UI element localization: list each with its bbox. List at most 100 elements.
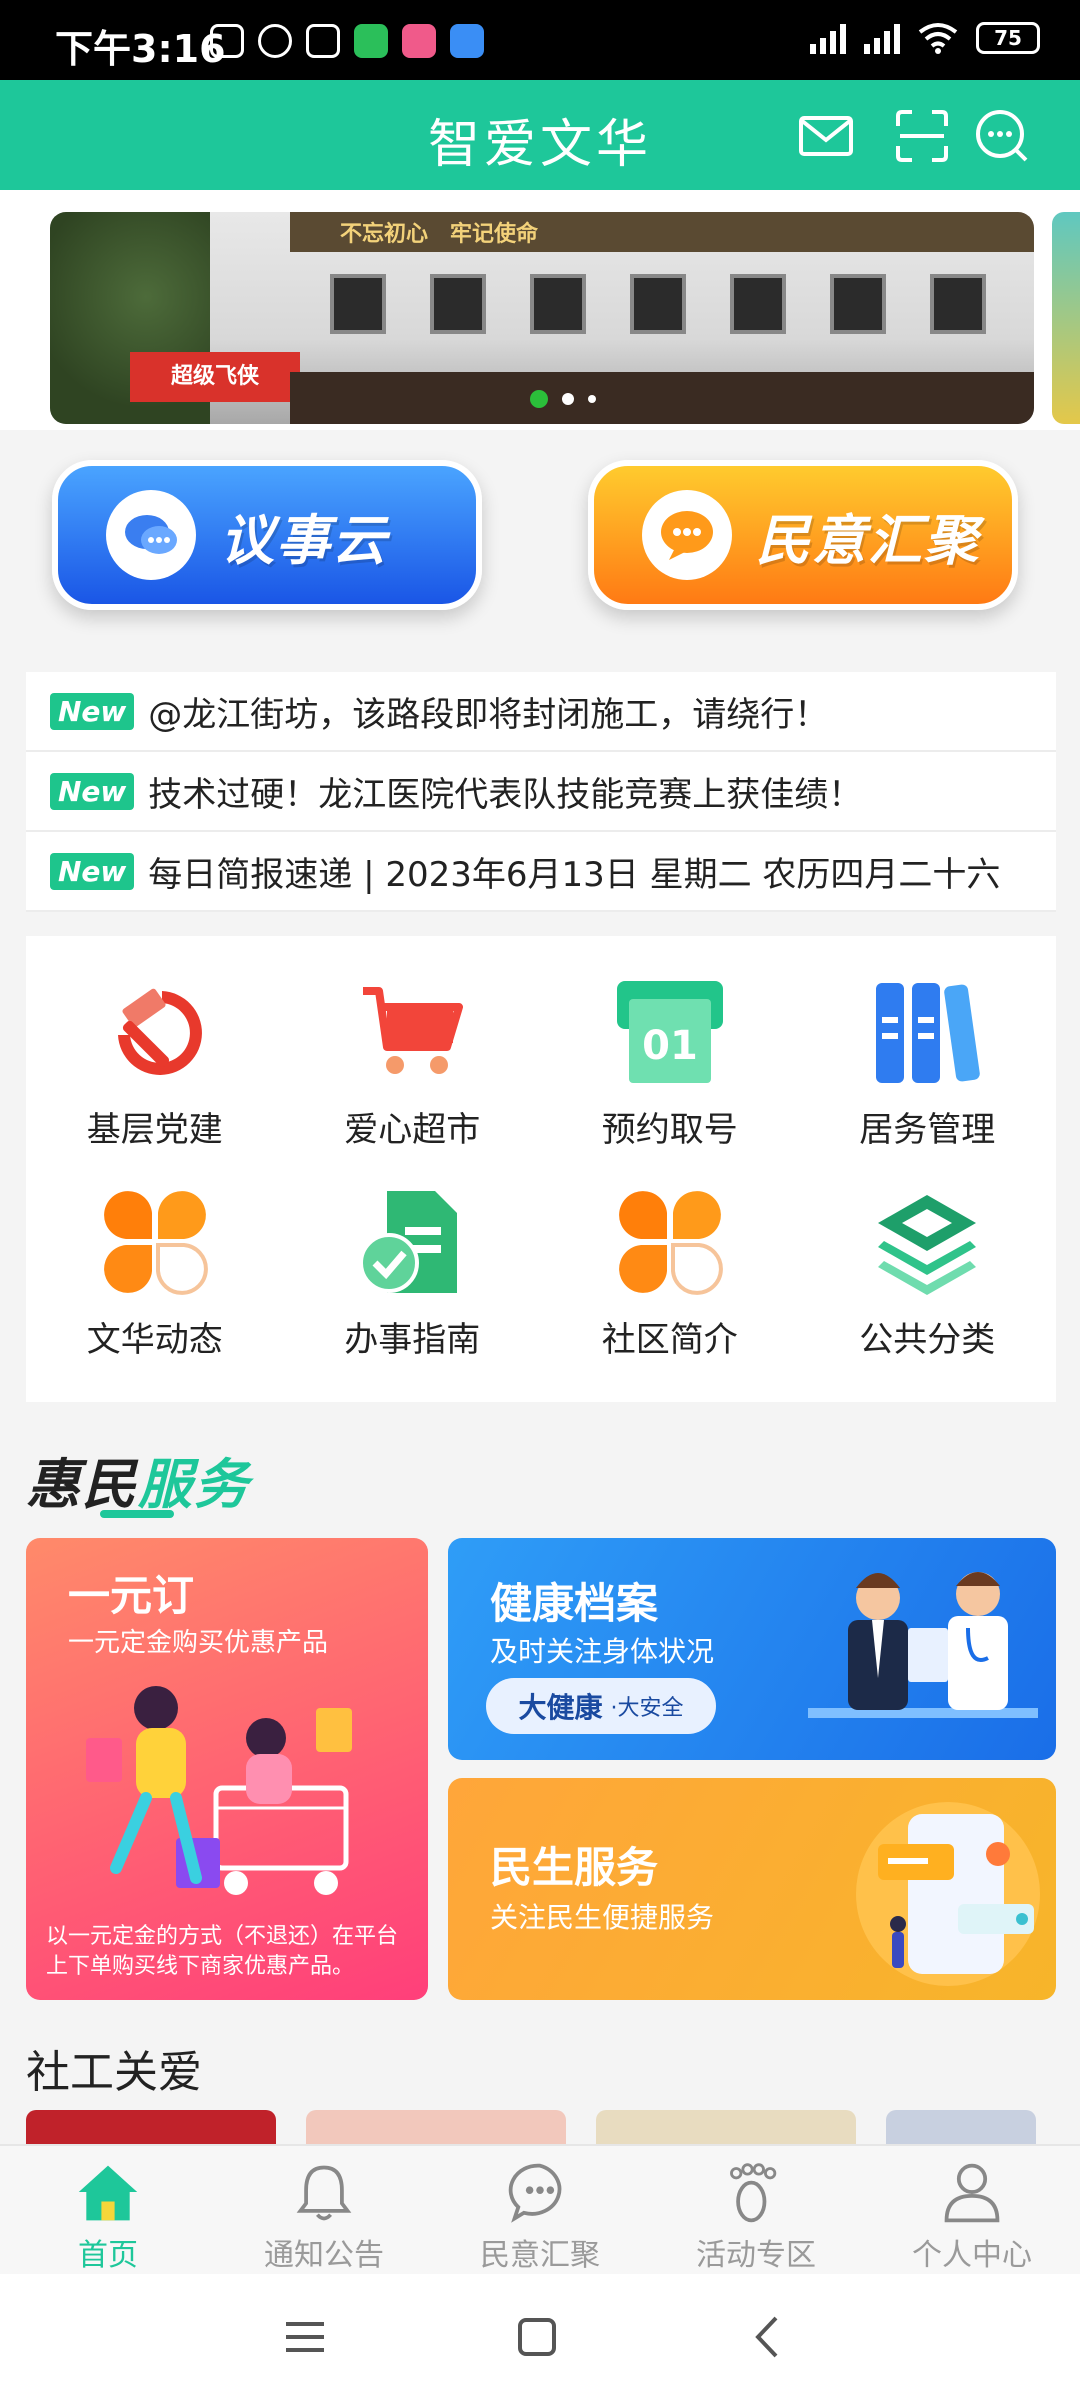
grid-item-label: 爱心超市 (344, 1110, 481, 1150)
news-text: 每日简报速递 | 2023年6月13日 星期二 农历四月二十六 (148, 854, 1001, 895)
back-icon[interactable] (744, 2312, 794, 2362)
carousel-dot[interactable] (530, 390, 548, 408)
grid-item-community[interactable]: 社区简介 (541, 1182, 799, 1392)
phone-illustration (856, 1802, 1040, 1986)
ticket-number-icon: 01 (610, 972, 730, 1092)
card-subtitle: 一元定金购买优惠产品 (68, 1628, 329, 1658)
wifi-icon (918, 23, 958, 54)
health-pill: 大健康 ·大安全 (486, 1678, 716, 1734)
app-notification-icon (402, 24, 436, 58)
svg-text:01: 01 (642, 1023, 698, 1069)
home-icon (78, 2165, 138, 2221)
grid-item-label: 办事指南 (344, 1320, 481, 1360)
news-item[interactable]: New 每日简报速递 | 2023年6月13日 星期二 农历四月二十六 (26, 832, 1056, 912)
battery-icon: 75 (976, 22, 1040, 54)
pill-sub: ·大安全 (610, 1696, 684, 1721)
building-base (290, 372, 1034, 424)
layers-icon (867, 1182, 987, 1302)
mute-icon (210, 24, 244, 58)
tab-home[interactable]: 首页 (0, 2146, 216, 2274)
tab-label: 民意汇聚 (480, 2238, 600, 2273)
card-title: 民生服务 (490, 1843, 659, 1892)
minyi-button[interactable]: 民意汇聚 (588, 460, 1018, 610)
minyi-label: 民意汇聚 (756, 508, 980, 572)
section-title-social: 社工关爱 (26, 2047, 202, 2098)
grid-item-appointment[interactable]: 01 预约取号 (541, 972, 799, 1182)
document-check-icon (352, 1182, 472, 1302)
window (530, 274, 586, 334)
bottom-tab-bar: 首页 通知公告 民意汇聚 活动专区 个人中心 (0, 2144, 1080, 2274)
yishiyun-label: 议事云 (220, 508, 388, 572)
person-icon (944, 2163, 1000, 2223)
card-health[interactable]: 健康档案 及时关注身体状况 大健康 ·大安全 (448, 1538, 1056, 1760)
section-title-services: 惠民服务 (26, 1440, 250, 1519)
home-button-icon[interactable] (512, 2312, 562, 2362)
new-badge: New (50, 692, 135, 730)
grid-item-label: 社区简介 (601, 1320, 738, 1360)
banner-next-preview[interactable] (1052, 212, 1080, 424)
tab-label: 首页 (78, 2238, 138, 2273)
app-notification-icon (354, 24, 388, 58)
clover-icon (95, 1182, 215, 1302)
grid-item-party[interactable]: 基层党建 (26, 972, 284, 1182)
card-description: 以一元定金的方式（不退还）在平台上下单购买线下商家优惠产品。 (46, 1924, 399, 1979)
shopping-cart-icon (352, 972, 472, 1092)
window (730, 274, 786, 334)
grid-item-label: 基层党建 (86, 1110, 223, 1150)
bell-icon (296, 2165, 352, 2221)
tab-opinion[interactable]: 民意汇聚 (432, 2146, 648, 2274)
signal-icon (810, 22, 846, 54)
grid-item-category[interactable]: 公共分类 (799, 1182, 1057, 1392)
message-icon[interactable] (974, 108, 1030, 164)
status-notification-icons (210, 24, 484, 58)
grid-item-affairs[interactable]: 居务管理 (799, 972, 1057, 1182)
card-subtitle: 关注民生便捷服务 (490, 1901, 715, 1934)
window (630, 274, 686, 334)
mail-icon[interactable] (798, 108, 854, 164)
binders-icon (867, 972, 987, 1092)
card-livelihood[interactable]: 民生服务 关注民生便捷服务 (448, 1778, 1056, 2000)
signal-icon (864, 22, 900, 54)
yishiyun-button[interactable]: 议事云 (52, 460, 482, 610)
section-title-part2: 服务 (138, 1453, 250, 1516)
carousel-dot[interactable] (588, 395, 596, 403)
window (930, 274, 986, 334)
news-item[interactable]: New @龙江街坊，该路段即将封闭施工，请绕行！ (26, 672, 1056, 752)
menu-icon[interactable] (280, 2312, 330, 2362)
card-title: 一元订 (68, 1571, 195, 1620)
grid-item-label: 文华动态 (86, 1320, 223, 1360)
grid-item-label: 公共分类 (859, 1320, 996, 1360)
news-list: New @龙江街坊，该路段即将封闭施工，请绕行！ New 技术过硬！龙江医院代表… (26, 672, 1056, 912)
chat-dots-icon (508, 2163, 562, 2223)
carousel-indicator (530, 390, 596, 408)
section-title-part1: 惠民 (26, 1453, 138, 1516)
window (330, 274, 386, 334)
grid-item-label: 居务管理 (859, 1110, 996, 1150)
tab-activity[interactable]: 活动专区 (648, 2146, 864, 2274)
grid-item-news[interactable]: 文华动态 (26, 1182, 284, 1392)
hammer-sickle-icon (95, 972, 215, 1092)
services-grid: 基层党建 爱心超市 01 预约取号 居务管理 文华动态 办事指南 社区简介 公共… (26, 936, 1056, 1402)
window (830, 274, 886, 334)
app-notification-icon (450, 24, 484, 58)
system-nav-bar (0, 2274, 1080, 2400)
scan-icon[interactable] (894, 108, 950, 164)
banner-carousel[interactable]: 不忘初心 牢记使命 超级飞侠 (0, 190, 1080, 430)
app-header: 智爱文华 (0, 80, 1080, 190)
tab-notice[interactable]: 通知公告 (216, 2146, 432, 2274)
tab-profile[interactable]: 个人中心 (864, 2146, 1080, 2274)
news-text: @龙江街坊，该路段即将封闭施工，请绕行！ (148, 694, 829, 735)
carousel-dot[interactable] (562, 393, 574, 405)
grid-item-love-market[interactable]: 爱心超市 (284, 972, 542, 1182)
grid-item-guide[interactable]: 办事指南 (284, 1182, 542, 1392)
shopping-illustration (86, 1686, 352, 1895)
tab-label: 个人中心 (912, 2238, 1032, 2273)
footprint-icon (730, 2163, 777, 2223)
news-item[interactable]: New 技术过硬！龙江医院代表队技能竞赛上获佳绩！ (26, 752, 1056, 832)
window (430, 274, 486, 334)
new-badge: New (50, 852, 135, 890)
section-underline (100, 1510, 174, 1518)
card-one-yuan[interactable]: 一元订 一元定金购买优惠产品 以一元定金的方式（不退还）在平台上下单购买线下商家… (26, 1538, 428, 2000)
clover-icon (610, 1182, 730, 1302)
status-time: 下午3:16 (55, 27, 226, 71)
